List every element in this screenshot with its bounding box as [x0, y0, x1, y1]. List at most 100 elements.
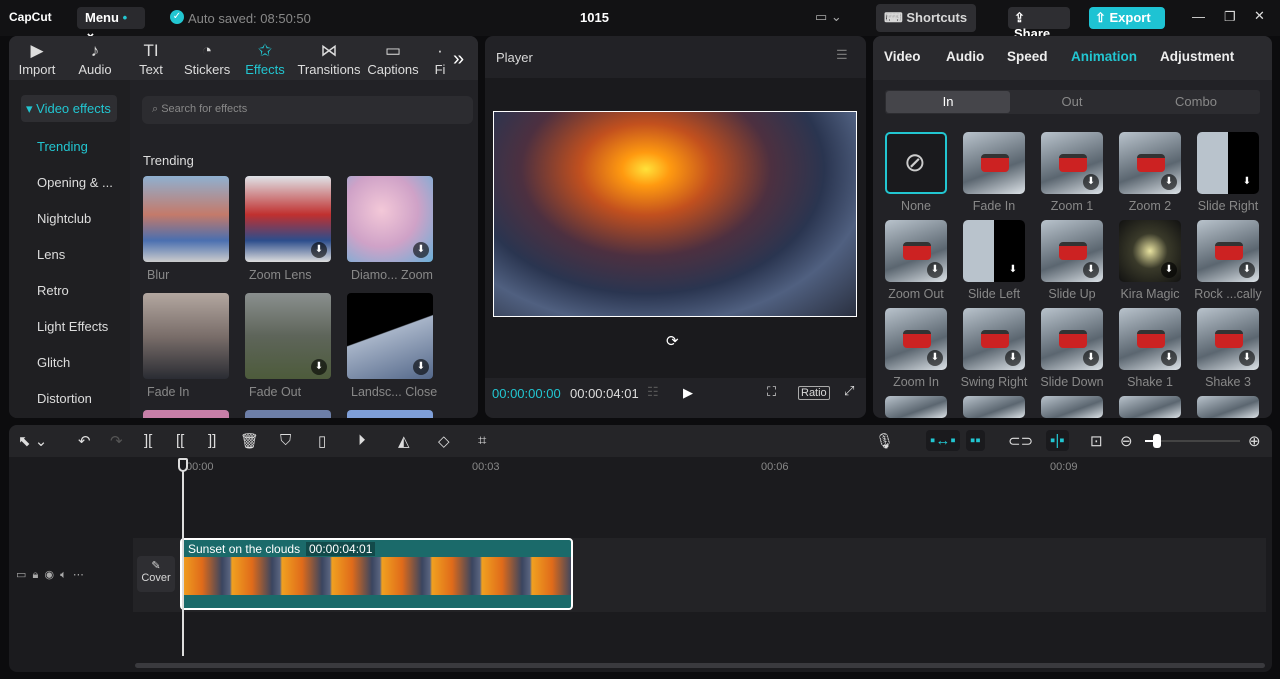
- reverse-icon[interactable]: ⏵: [358, 432, 366, 449]
- animation-thumb[interactable]: [1041, 396, 1103, 418]
- tab-animation[interactable]: Animation: [1071, 49, 1137, 64]
- split-right-icon[interactable]: ]]: [208, 432, 216, 449]
- effect-thumb-diamond-zoom[interactable]: ⬇: [347, 176, 433, 262]
- animation-fade-in[interactable]: [963, 132, 1025, 194]
- tab-import[interactable]: ▶ Import: [15, 40, 59, 77]
- download-icon[interactable]: ⬇: [1161, 174, 1177, 190]
- zoom-out-icon[interactable]: ⊖: [1120, 432, 1133, 450]
- effect-thumb-landscape-close[interactable]: ⬇: [347, 293, 433, 379]
- freeze-icon[interactable]: ▯: [318, 432, 326, 450]
- tab-adjustment[interactable]: Adjustment: [1160, 49, 1234, 64]
- mirror-icon[interactable]: ◭: [398, 432, 410, 450]
- tab-video[interactable]: Video: [884, 49, 921, 64]
- playhead[interactable]: [182, 458, 184, 656]
- magnet-icon[interactable]: ▪↔▪: [926, 430, 960, 451]
- maximize-icon[interactable]: ❐: [1224, 9, 1236, 25]
- zoom-slider[interactable]: [1145, 434, 1240, 448]
- minimize-icon[interactable]: —: [1192, 9, 1205, 24]
- animation-shake-1[interactable]: ⬇: [1119, 308, 1181, 370]
- split-icon[interactable]: ][: [144, 432, 152, 449]
- crop-icon[interactable]: ⌗: [478, 432, 486, 449]
- sidebar-item-glitch[interactable]: Glitch: [37, 355, 70, 370]
- menu-button[interactable]: Menu • ⌄: [77, 7, 145, 40]
- effect-thumb[interactable]: [245, 410, 331, 418]
- download-icon[interactable]: ⬇: [1161, 262, 1177, 278]
- tab-effects[interactable]: ✩ Effects: [243, 40, 287, 77]
- undo-icon[interactable]: ↶: [78, 432, 91, 450]
- sidebar-item-trending[interactable]: Trending: [37, 139, 88, 154]
- animation-slide-right[interactable]: ⬇: [1197, 132, 1259, 194]
- preview-axis-icon[interactable]: ▪|▪: [1046, 430, 1069, 451]
- video-effects-header[interactable]: ▾ Video effects: [21, 95, 117, 122]
- tab-transitions[interactable]: ⋈ Transitions: [297, 40, 361, 77]
- timeline-scrollbar[interactable]: [135, 663, 1265, 668]
- download-icon[interactable]: ⬇: [413, 359, 429, 375]
- sidebar-item-retro[interactable]: Retro: [37, 283, 69, 298]
- split-left-icon[interactable]: [[: [176, 432, 184, 449]
- delete-icon[interactable]: 🗑︎: [240, 432, 259, 450]
- animation-rock-cally[interactable]: ⬇: [1197, 220, 1259, 282]
- video-preview[interactable]: [493, 111, 857, 317]
- tab-stickers[interactable]: ◔ Stickers: [184, 40, 230, 77]
- download-icon[interactable]: ⬇: [1083, 262, 1099, 278]
- tab-audio[interactable]: ♪ Audio: [73, 40, 117, 77]
- animation-slide-up[interactable]: ⬇: [1041, 220, 1103, 282]
- download-icon[interactable]: ⬇: [1239, 262, 1255, 278]
- sidebar-item-opening[interactable]: Opening & ...: [37, 175, 113, 190]
- download-icon[interactable]: ⬇: [1083, 350, 1099, 366]
- download-icon[interactable]: ⬇: [1005, 262, 1021, 278]
- animation-thumb[interactable]: [1119, 396, 1181, 418]
- download-icon[interactable]: ⬇: [413, 242, 429, 258]
- download-icon[interactable]: ⬇: [927, 350, 943, 366]
- effect-thumb-fade-in[interactable]: [143, 293, 229, 379]
- microphone-icon[interactable]: 🎙︎: [875, 432, 894, 450]
- snap-icon[interactable]: ▪▪: [966, 430, 985, 451]
- tab-text[interactable]: TI Text: [133, 40, 169, 77]
- player-menu-icon[interactable]: ☰: [836, 47, 848, 63]
- animation-zoom-in[interactable]: ⬇: [885, 308, 947, 370]
- animation-none[interactable]: ⊘: [885, 132, 947, 194]
- video-clip[interactable]: Sunset on the clouds 00:00:04:01: [180, 538, 573, 610]
- effect-thumb-zoom-lens[interactable]: ⬇: [245, 176, 331, 262]
- download-icon[interactable]: ⬇: [1161, 350, 1177, 366]
- ratio-button[interactable]: Ratio: [798, 386, 830, 400]
- share-button[interactable]: ⇪ Share: [1008, 7, 1070, 41]
- subtab-out[interactable]: Out: [1010, 91, 1134, 113]
- animation-thumb[interactable]: [885, 396, 947, 418]
- animation-slide-down[interactable]: ⬇: [1041, 308, 1103, 370]
- tab-speed[interactable]: Speed: [1007, 49, 1048, 64]
- fit-icon[interactable]: ⛶: [767, 384, 776, 400]
- sidebar-item-distortion[interactable]: Distortion: [37, 391, 92, 406]
- playhead-handle[interactable]: [178, 458, 188, 472]
- subtab-combo[interactable]: Combo: [1134, 91, 1258, 113]
- tab-captions[interactable]: ▭ Captions: [367, 40, 419, 77]
- animation-zoom-1[interactable]: ⬇: [1041, 132, 1103, 194]
- effect-thumb-blur[interactable]: [143, 176, 229, 262]
- zoom-fit-icon[interactable]: ⊡: [1090, 432, 1103, 450]
- download-icon[interactable]: ⬇: [311, 242, 327, 258]
- animation-swing-right[interactable]: ⬇: [963, 308, 1025, 370]
- tab-filters[interactable]: · Fi: [433, 40, 447, 77]
- download-icon[interactable]: ⬇: [1005, 350, 1021, 366]
- download-icon[interactable]: ⬇: [1239, 350, 1255, 366]
- select-tool-icon[interactable]: ⬉ ⌄: [18, 432, 47, 450]
- animation-zoom-2[interactable]: ⬇: [1119, 132, 1181, 194]
- close-icon[interactable]: ✕: [1254, 8, 1265, 24]
- effect-thumb-fade-out[interactable]: ⬇: [245, 293, 331, 379]
- animation-thumb[interactable]: [963, 396, 1025, 418]
- zoom-slider-handle[interactable]: [1153, 434, 1161, 448]
- rotate-clip-icon[interactable]: ◇: [438, 432, 450, 450]
- more-tabs-icon[interactable]: »: [453, 48, 464, 71]
- rotate-icon[interactable]: ⟳: [666, 332, 679, 350]
- redo-icon[interactable]: ↷: [110, 432, 123, 450]
- export-button[interactable]: ⇧ Export: [1089, 7, 1165, 29]
- layout-icon[interactable]: ▭ ⌄: [815, 9, 842, 25]
- effect-thumb[interactable]: [347, 410, 433, 418]
- sidebar-item-light-effects[interactable]: Light Effects: [37, 319, 108, 334]
- animation-thumb[interactable]: [1197, 396, 1259, 418]
- cover-button[interactable]: ✎ Cover: [137, 556, 175, 592]
- download-icon[interactable]: ⬇: [1083, 174, 1099, 190]
- download-icon[interactable]: ⬇: [311, 359, 327, 375]
- zoom-in-icon[interactable]: ⊕: [1248, 432, 1261, 450]
- search-input[interactable]: ⌕ Search for effects: [142, 96, 473, 124]
